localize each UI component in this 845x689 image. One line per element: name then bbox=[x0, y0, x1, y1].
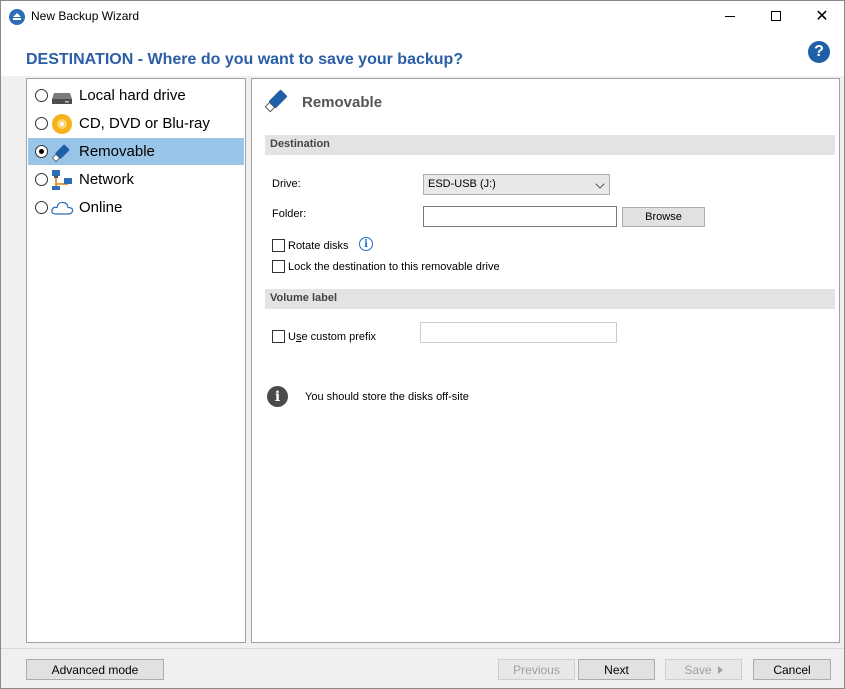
nav-item-local-hard-drive[interactable]: Local hard drive bbox=[28, 82, 244, 109]
save-label: Save bbox=[684, 662, 712, 677]
help-icon[interactable]: ? bbox=[808, 41, 830, 63]
radio-button[interactable] bbox=[35, 201, 48, 214]
main-content: Local hard drive CD, DVD or Blu-ray Remo… bbox=[1, 76, 844, 648]
radio-button[interactable] bbox=[35, 173, 48, 186]
next-button[interactable]: Next bbox=[578, 659, 655, 680]
nav-item-removable[interactable]: Removable bbox=[28, 138, 244, 165]
removable-settings-panel: Removable Destination Drive: ESD-USB (J:… bbox=[251, 78, 840, 643]
nav-item-label: Network bbox=[79, 171, 135, 188]
lock-destination-label: Lock the destination to this removable d… bbox=[288, 261, 500, 273]
lock-destination-checkbox[interactable] bbox=[272, 260, 285, 273]
window-title: New Backup Wizard bbox=[31, 9, 140, 23]
backup-wizard-window: New Backup Wizard ✕ DESTINATION - Where … bbox=[0, 0, 845, 689]
title-bar: New Backup Wizard ✕ bbox=[1, 1, 844, 31]
close-icon: ✕ bbox=[815, 6, 829, 25]
section-label: Volume label bbox=[270, 292, 338, 304]
destination-type-list: Local hard drive CD, DVD or Blu-ray Remo… bbox=[26, 78, 246, 643]
minimize-icon bbox=[725, 15, 735, 17]
nav-item-label: Online bbox=[79, 199, 123, 216]
info-icon: i bbox=[267, 386, 288, 407]
play-arrow-icon bbox=[717, 665, 723, 674]
disc-icon bbox=[52, 114, 72, 134]
usb-drive-icon bbox=[264, 89, 288, 113]
usb-drive-icon bbox=[51, 144, 70, 163]
chevron-down-icon bbox=[595, 179, 605, 189]
rotate-disks-label: Rotate disks bbox=[288, 240, 349, 252]
cancel-button[interactable]: Cancel bbox=[753, 659, 831, 680]
drive-select[interactable]: ESD-USB (J:) bbox=[423, 174, 610, 195]
minimize-button[interactable] bbox=[707, 1, 753, 31]
app-logo-icon bbox=[9, 9, 25, 25]
network-icon bbox=[52, 170, 72, 190]
custom-prefix-checkbox[interactable] bbox=[272, 330, 285, 343]
destination-section-header: Destination bbox=[265, 135, 835, 155]
maximize-icon bbox=[771, 11, 781, 21]
label-part: U bbox=[288, 331, 296, 343]
page-title: DESTINATION - Where do you want to save … bbox=[26, 51, 464, 68]
nav-item-cd-dvd-bluray[interactable]: CD, DVD or Blu-ray bbox=[28, 110, 244, 137]
nav-item-label: Local hard drive bbox=[79, 87, 186, 104]
volume-label-section-header: Volume label bbox=[265, 289, 835, 309]
drive-select-value: ESD-USB (J:) bbox=[428, 178, 496, 190]
wizard-footer: Advanced mode Previous Next Save Cancel bbox=[1, 648, 844, 688]
nav-item-online[interactable]: Online bbox=[28, 194, 244, 221]
custom-prefix-label: Use custom prefix bbox=[288, 331, 376, 343]
previous-button[interactable]: Previous bbox=[498, 659, 575, 680]
label-part: e custom prefix bbox=[301, 331, 377, 343]
section-label: Destination bbox=[270, 138, 330, 150]
drive-label: Drive: bbox=[272, 178, 301, 190]
nav-item-label: CD, DVD or Blu-ray bbox=[79, 115, 210, 132]
radio-button[interactable] bbox=[35, 89, 48, 102]
save-button[interactable]: Save bbox=[665, 659, 742, 680]
close-button[interactable]: ✕ bbox=[799, 1, 845, 31]
hard-drive-icon bbox=[52, 93, 72, 104]
wizard-header: DESTINATION - Where do you want to save … bbox=[1, 31, 844, 76]
custom-prefix-input[interactable] bbox=[420, 322, 617, 343]
rotate-disks-checkbox[interactable] bbox=[272, 239, 285, 252]
folder-input[interactable] bbox=[423, 206, 617, 227]
panel-title: Removable bbox=[302, 94, 383, 111]
radio-button[interactable] bbox=[35, 145, 48, 158]
cloud-icon bbox=[51, 201, 74, 215]
info-message: You should store the disks off-site bbox=[305, 391, 469, 403]
browse-button[interactable]: Browse bbox=[622, 207, 705, 227]
maximize-button[interactable] bbox=[753, 1, 799, 31]
advanced-mode-button[interactable]: Advanced mode bbox=[26, 659, 164, 680]
folder-label: Folder: bbox=[272, 208, 307, 220]
nav-item-network[interactable]: Network bbox=[28, 166, 244, 193]
nav-item-label: Removable bbox=[79, 143, 155, 160]
radio-button[interactable] bbox=[35, 117, 48, 130]
info-icon[interactable]: i bbox=[359, 237, 373, 251]
